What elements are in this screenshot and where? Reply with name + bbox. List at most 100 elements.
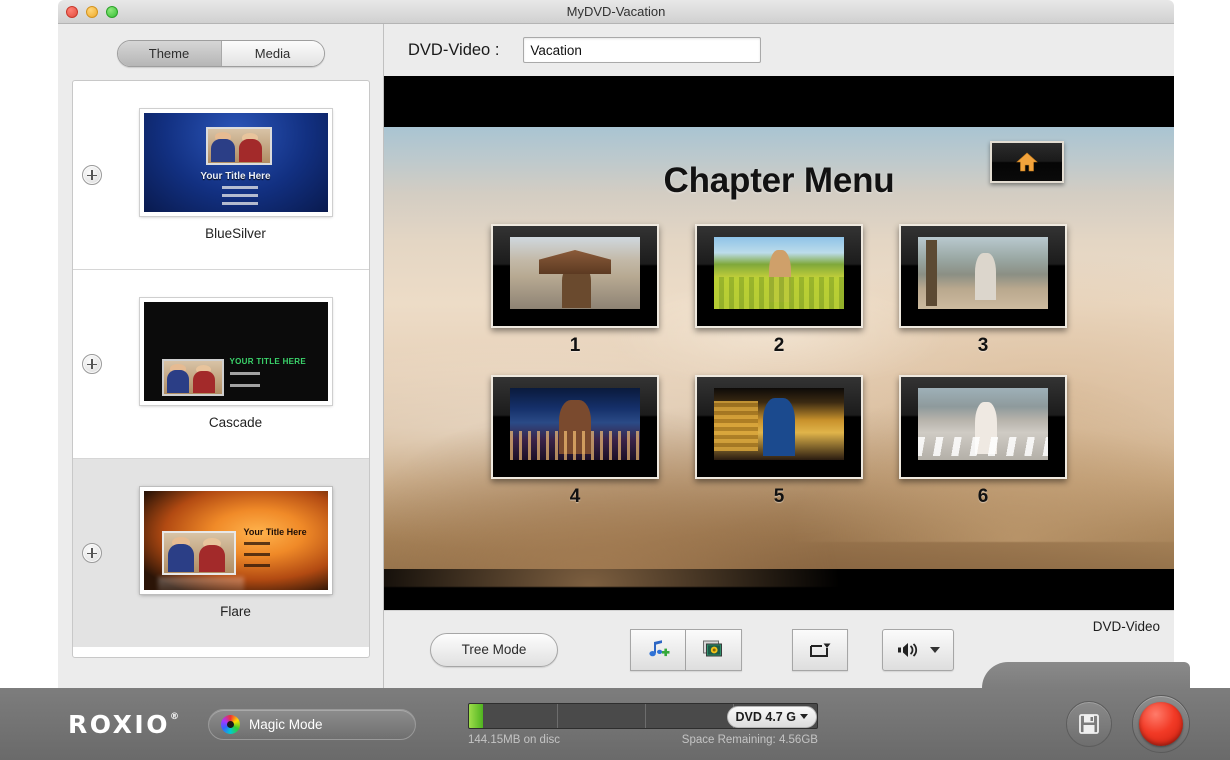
brand-text: ROXIO (68, 709, 170, 739)
theme-preview-bluesilver[interactable]: Your Title Here (138, 108, 333, 217)
chapter-thumbnail (714, 237, 844, 309)
capacity-info: 144.15MB on disc Space Remaining: 4.56GB (468, 734, 818, 746)
chapter-number: 2 (773, 335, 785, 356)
theme-thumb-column: Your Title Here Flare (102, 486, 369, 619)
theme-photo-placeholder (161, 531, 236, 575)
chapter-thumbnail (714, 388, 844, 460)
theme-title-text: Your Title Here (200, 171, 271, 182)
add-music-icon (649, 639, 670, 656)
chapter-item[interactable]: 4 (491, 375, 659, 508)
chapter-item[interactable]: 3 (899, 224, 1067, 357)
theme-sidebar: Theme Media Your Title Here BlueSilver Y… (58, 24, 384, 688)
chapter-row: 1 2 3 (384, 224, 1174, 357)
chapter-frame[interactable] (695, 375, 863, 479)
theme-menu-line (221, 202, 258, 205)
home-button[interactable] (990, 141, 1064, 183)
chapter-frame[interactable] (491, 224, 659, 328)
theme-title-text: Your Title Here (243, 527, 307, 537)
status-footer: ROXIO ® Magic Mode DVD 4.7 G 144.15MB on … (0, 688, 1230, 760)
add-theme-icon[interactable] (82, 165, 102, 185)
tab-media[interactable]: Media (220, 41, 324, 66)
theme-preview-cascade[interactable]: YOUR TITLE HERE (138, 297, 333, 406)
chapter-thumbnail (510, 237, 640, 309)
media-add-group (630, 628, 742, 671)
disc-capacity-meter: DVD 4.7 G 144.15MB on disc Space Remaini… (467, 702, 818, 746)
save-disk-icon (1079, 714, 1099, 734)
theme-menu-line (243, 564, 270, 567)
window-title: MyDVD-Vacation (566, 4, 666, 19)
chapter-frame[interactable] (695, 224, 863, 328)
theme-name-label: Flare (220, 604, 251, 619)
main-body: Theme Media Your Title Here BlueSilver Y… (58, 24, 1174, 688)
chapter-thumbnail (510, 388, 640, 460)
theme-menu-line (229, 384, 260, 387)
footer-curve (982, 662, 1190, 688)
chapter-number: 1 (569, 335, 581, 356)
burn-button[interactable] (1132, 695, 1190, 753)
chapter-number: 5 (773, 486, 785, 507)
transition-loop-icon (810, 643, 831, 657)
application-window: MyDVD-Vacation Theme Media Your Title He… (58, 0, 1174, 760)
chapter-grid: 1 2 3 4 5 6 (384, 224, 1174, 526)
chapter-item[interactable]: 2 (695, 224, 863, 357)
color-disc-icon (220, 714, 240, 734)
theme-menu-line (221, 194, 258, 197)
roxio-logo: ROXIO ® (68, 709, 179, 739)
menu-preview[interactable]: Chapter Menu 1 2 3 4 5 6 (384, 76, 1174, 610)
chapter-item[interactable]: 1 (491, 224, 659, 357)
chapter-item[interactable]: 6 (899, 375, 1067, 508)
add-theme-icon[interactable] (82, 543, 102, 563)
close-button[interactable] (66, 6, 78, 18)
chevron-down-icon (929, 646, 940, 653)
tab-theme[interactable]: Theme (117, 41, 221, 66)
project-name-input[interactable] (523, 37, 762, 63)
magic-mode-button[interactable]: Magic Mode (207, 708, 416, 740)
theme-media-segmented-control[interactable]: Theme Media (116, 40, 325, 67)
theme-thumb-column: YOUR TITLE HERE Cascade (102, 297, 369, 430)
theme-item-flare[interactable]: Your Title Here Flare (73, 459, 369, 647)
theme-menu-line (229, 372, 260, 375)
zoom-button[interactable] (106, 6, 118, 18)
theme-list[interactable]: Your Title Here BlueSilver YOUR TITLE HE… (72, 80, 370, 658)
theme-preview-flare[interactable]: Your Title Here (138, 486, 333, 595)
chapter-frame[interactable] (899, 375, 1067, 479)
save-button[interactable] (1066, 701, 1112, 747)
chapter-item[interactable]: 5 (695, 375, 863, 508)
theme-thumb-column: Your Title Here BlueSilver (102, 108, 369, 241)
project-header: DVD-Video : (384, 24, 1174, 76)
disc-type-dropdown[interactable]: DVD 4.7 G (726, 705, 817, 728)
theme-photo-placeholder (205, 127, 272, 165)
volume-icon (897, 642, 917, 657)
theme-item-bluesilver[interactable]: Your Title Here BlueSilver (73, 81, 369, 269)
transition-button[interactable] (792, 628, 848, 671)
add-slideshow-button[interactable] (686, 628, 742, 671)
add-slideshow-icon (702, 640, 722, 656)
chapter-thumbnail (918, 388, 1048, 460)
capacity-bar: DVD 4.7 G (467, 702, 818, 729)
chapter-frame[interactable] (899, 224, 1067, 328)
volume-button[interactable] (882, 628, 954, 671)
sidebar-tabs: Theme Media (58, 24, 383, 77)
theme-reflection (157, 577, 244, 590)
home-icon (1016, 152, 1038, 172)
disc-type-label: DVD 4.7 G (735, 709, 796, 724)
add-music-button[interactable] (630, 628, 686, 671)
project-type-label: DVD-Video : (408, 40, 500, 59)
space-remaining-label: Space Remaining: 4.56GB (681, 733, 818, 746)
theme-item-cascade[interactable]: YOUR TITLE HERE Cascade (73, 270, 369, 458)
window-controls (66, 6, 118, 18)
add-theme-icon[interactable] (82, 354, 102, 374)
chapter-number: 4 (569, 486, 581, 507)
theme-name-label: Cascade (208, 415, 263, 430)
tree-mode-button[interactable]: Tree Mode (430, 632, 558, 667)
chapter-thumbnail (918, 237, 1048, 309)
chapter-row: 4 5 6 (384, 375, 1174, 508)
chapter-number: 3 (977, 335, 989, 356)
magic-mode-label: Magic Mode (248, 716, 323, 732)
editor-panel: DVD-Video : Chapter Menu (384, 24, 1174, 688)
capacity-fill (468, 703, 483, 728)
minimize-button[interactable] (86, 6, 98, 18)
chevron-down-icon (799, 714, 808, 719)
chapter-frame[interactable] (491, 375, 659, 479)
theme-menu-line (243, 553, 270, 556)
